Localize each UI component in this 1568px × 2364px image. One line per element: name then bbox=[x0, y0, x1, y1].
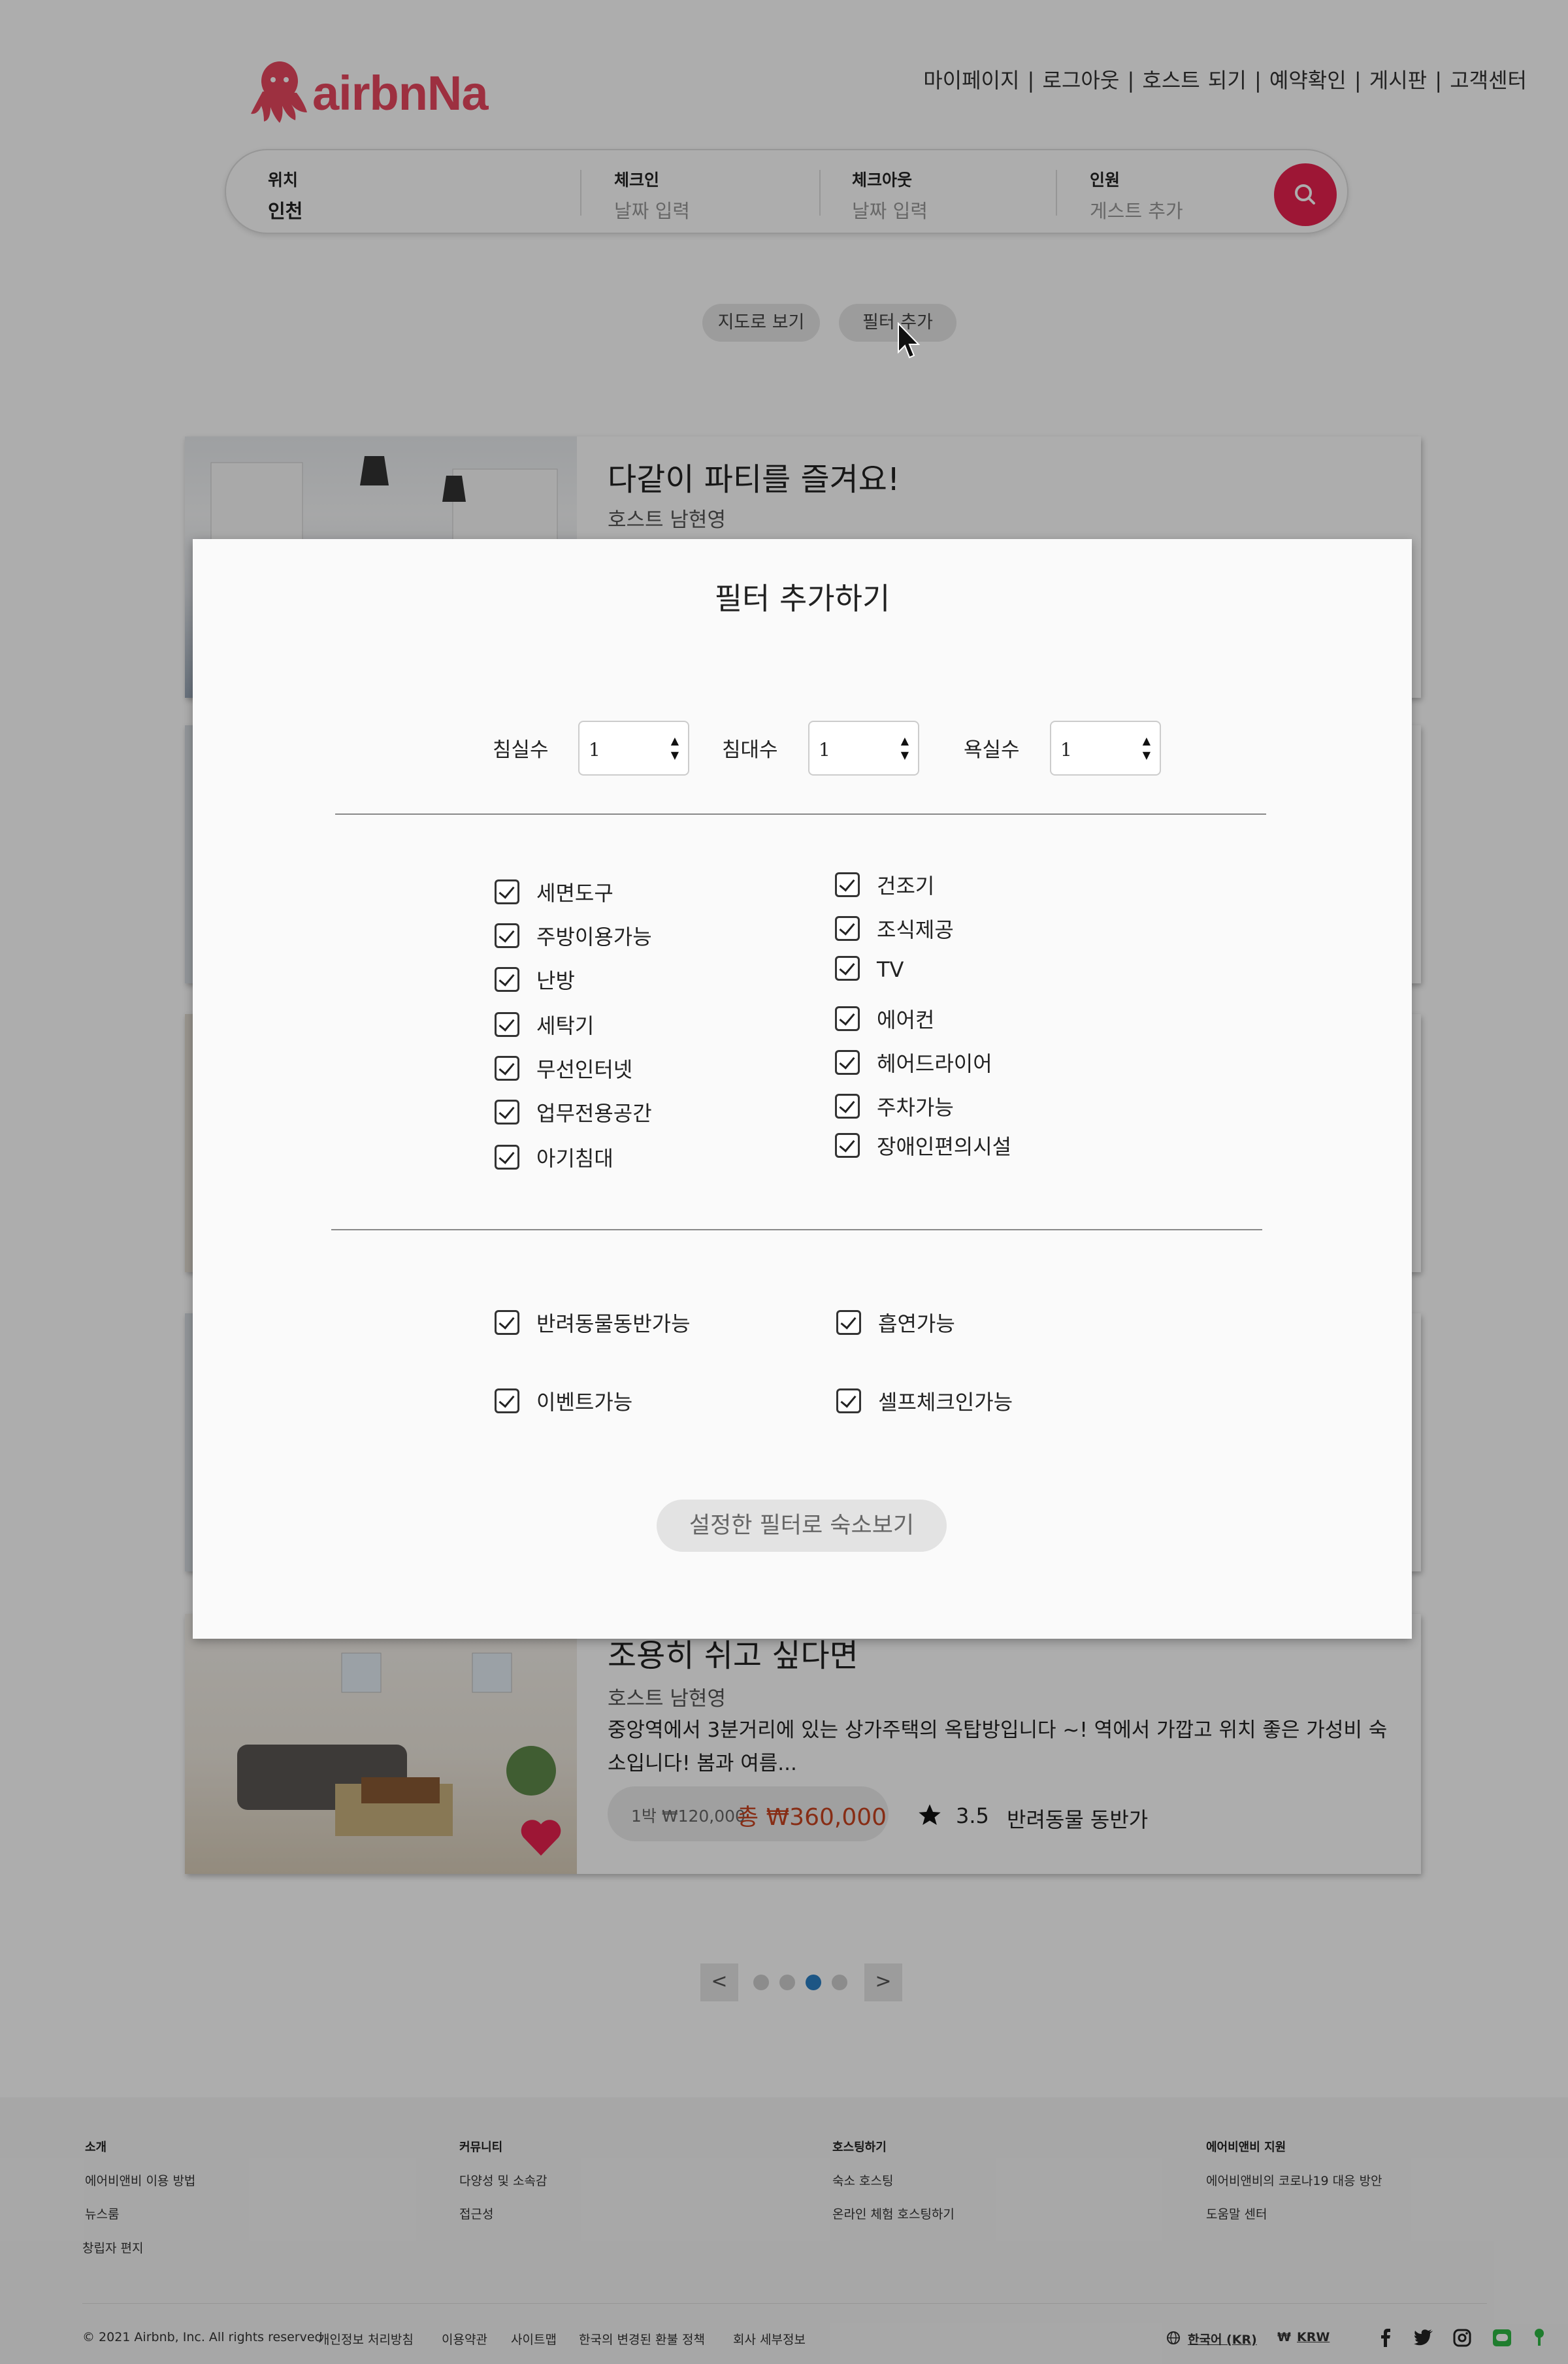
amenity-label: 조식제공 bbox=[877, 917, 954, 942]
amenity-label: 세면도구 bbox=[536, 881, 613, 906]
amenity-checkbox[interactable]: 업무전용공간 bbox=[495, 1097, 652, 1127]
amenity-checkbox[interactable]: 건조기 bbox=[835, 870, 934, 900]
amenity-label: 세탁기 bbox=[536, 1013, 595, 1038]
modal-title: 필터 추가하기 bbox=[714, 581, 890, 616]
rule-checkbox[interactable]: 반려동물동반가능 bbox=[495, 1307, 691, 1338]
checkbox-checked[interactable] bbox=[835, 956, 860, 981]
amenity-checkbox[interactable]: 주방이용가능 bbox=[495, 921, 652, 951]
stepper-arrows-icon[interactable]: ▲ ▼ bbox=[671, 734, 679, 763]
modal-divider bbox=[331, 1229, 1262, 1230]
amenity-checkbox[interactable]: 조식제공 bbox=[835, 913, 954, 944]
checkbox-checked[interactable] bbox=[495, 923, 519, 948]
amenity-label: 업무전용공간 bbox=[536, 1101, 652, 1126]
amenity-label: 주방이용가능 bbox=[536, 925, 652, 949]
beds-stepper[interactable]: 1 ▲ ▼ bbox=[808, 721, 919, 776]
checkbox-checked[interactable] bbox=[495, 1145, 519, 1170]
bedrooms-label: 침실수 bbox=[493, 738, 549, 762]
baths-label: 욕실수 bbox=[964, 738, 1020, 762]
rule-label: 셀프체크인가능 bbox=[878, 1390, 1013, 1415]
bedrooms-stepper[interactable]: 1 ▲ ▼ bbox=[578, 721, 689, 776]
baths-stepper[interactable]: 1 ▲ ▼ bbox=[1050, 721, 1161, 776]
amenity-checkbox[interactable]: 난방 bbox=[495, 964, 575, 994]
rule-label: 흡연가능 bbox=[878, 1311, 955, 1336]
checkbox-checked[interactable] bbox=[835, 1006, 860, 1031]
stepper-arrows-icon[interactable]: ▲ ▼ bbox=[1143, 734, 1151, 763]
amenity-label: 아기침대 bbox=[536, 1146, 613, 1171]
rule-label: 이벤트가능 bbox=[536, 1390, 633, 1415]
checkbox-checked[interactable] bbox=[495, 1100, 519, 1125]
amenity-label: TV bbox=[877, 957, 904, 982]
beds-label: 침대수 bbox=[722, 738, 778, 762]
checkbox-checked[interactable] bbox=[835, 916, 860, 941]
modal-divider bbox=[335, 813, 1266, 815]
checkbox-checked[interactable] bbox=[835, 1050, 860, 1075]
rule-checkbox[interactable]: 이벤트가능 bbox=[495, 1386, 632, 1416]
stepper-arrows-icon[interactable]: ▲ ▼ bbox=[901, 734, 909, 763]
cursor-icon bbox=[898, 322, 921, 359]
rule-label: 반려동물동반가능 bbox=[536, 1311, 691, 1336]
rule-checkbox[interactable]: 흡연가능 bbox=[836, 1307, 955, 1338]
checkbox-checked[interactable] bbox=[495, 1012, 519, 1037]
checkbox-checked[interactable] bbox=[495, 1310, 519, 1335]
amenity-label: 주차가능 bbox=[877, 1095, 954, 1120]
checkbox-checked[interactable] bbox=[836, 1310, 861, 1335]
amenity-checkbox[interactable]: 헤어드라이어 bbox=[835, 1047, 992, 1077]
amenity-label: 에어컨 bbox=[877, 1008, 935, 1032]
checkbox-checked[interactable] bbox=[495, 967, 519, 992]
amenity-checkbox[interactable]: 세면도구 bbox=[495, 877, 613, 907]
amenity-checkbox[interactable]: TV bbox=[835, 956, 904, 983]
amenity-checkbox[interactable]: 주차가능 bbox=[835, 1091, 954, 1121]
amenity-checkbox[interactable]: 아기침대 bbox=[495, 1142, 613, 1172]
checkbox-checked[interactable] bbox=[835, 1133, 860, 1158]
amenity-label: 건조기 bbox=[877, 874, 935, 898]
amenity-label: 장애인편의시설 bbox=[877, 1134, 1012, 1159]
baths-value: 1 bbox=[1060, 739, 1072, 761]
amenity-label: 무선인터넷 bbox=[536, 1057, 633, 1082]
checkbox-checked[interactable] bbox=[835, 872, 860, 897]
amenity-checkbox[interactable]: 에어컨 bbox=[835, 1004, 934, 1034]
amenity-checkbox[interactable]: 장애인편의시설 bbox=[835, 1130, 1011, 1160]
checkbox-checked[interactable] bbox=[836, 1388, 861, 1413]
apply-filters-button[interactable]: 설정한 필터로 숙소보기 bbox=[657, 1500, 947, 1552]
amenity-checkbox[interactable]: 세탁기 bbox=[495, 1010, 594, 1040]
checkbox-checked[interactable] bbox=[495, 1056, 519, 1081]
rule-checkbox[interactable]: 셀프체크인가능 bbox=[836, 1386, 1013, 1416]
amenity-label: 헤어드라이어 bbox=[877, 1051, 992, 1076]
checkbox-checked[interactable] bbox=[495, 879, 519, 904]
checkbox-checked[interactable] bbox=[495, 1388, 519, 1413]
checkbox-checked[interactable] bbox=[835, 1094, 860, 1119]
amenity-checkbox[interactable]: 무선인터넷 bbox=[495, 1053, 632, 1083]
beds-value: 1 bbox=[819, 739, 830, 761]
filter-modal: 필터 추가하기 침실수 1 ▲ ▼ 침대수 1 ▲ ▼ 욕실수 1 ▲ ▼ 세면도구 … bbox=[193, 539, 1412, 1639]
bedrooms-value: 1 bbox=[589, 739, 600, 761]
amenity-label: 난방 bbox=[536, 968, 575, 993]
